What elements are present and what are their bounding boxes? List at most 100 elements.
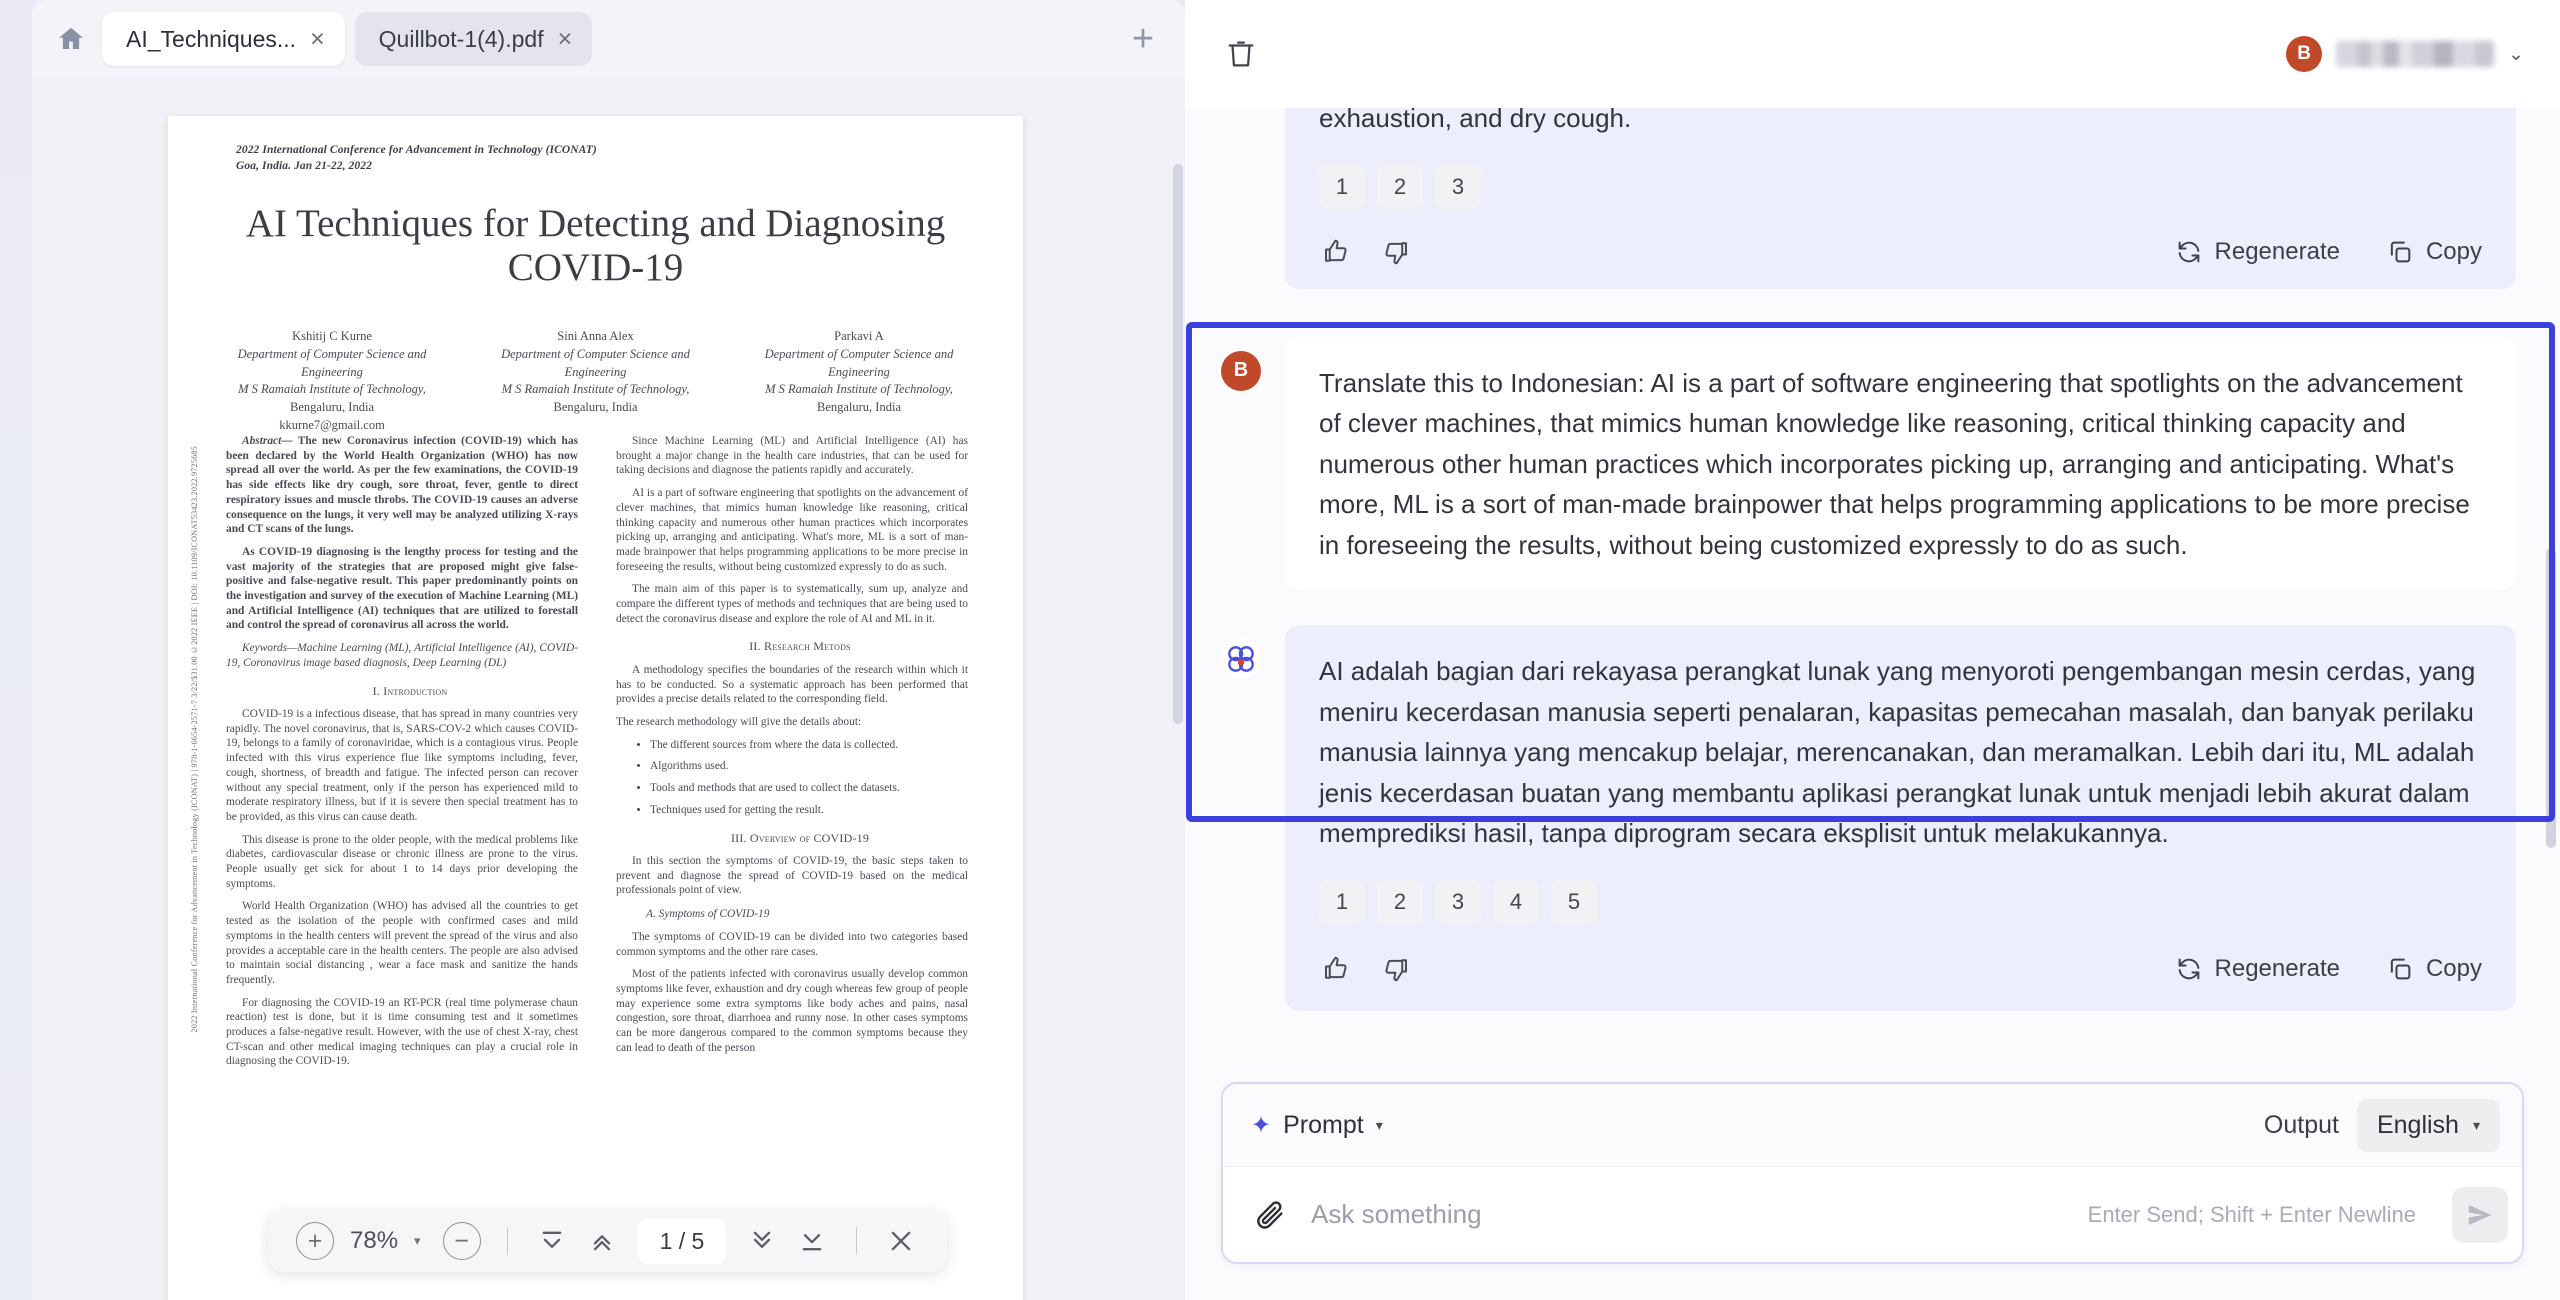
regenerate-button[interactable]: Regenerate [2175,950,2340,987]
ask-input[interactable] [1311,1199,2068,1230]
author-city: Bengaluru, India [289,400,374,414]
bot-message-row: AI adalah bagian dari rekayasa perangkat… [1185,625,2560,1012]
chat-scrollbar-thumb[interactable] [2546,548,2556,848]
citation-chips: 1 2 3 [1319,164,2482,209]
last-page-icon[interactable] [790,1219,834,1263]
rc-p2: AI is a part of software engineering tha… [616,487,968,573]
pdf-body-columns: Abstract— The new Coronavirus infection … [226,434,968,1077]
chevron-down-icon[interactable]: ▾ [1376,1117,1383,1134]
copy-label: Copy [2425,237,2482,265]
message-actions: Regenerate Copy [1319,950,2482,987]
section-heading-3: III. Overview of COVID-19 [730,830,870,845]
chat-panel: B ⌄ exhaustion, and dry cough. 1 2 3 Reg… [1185,0,2560,1300]
chevron-down-icon[interactable]: ⌄ [2508,43,2524,66]
tab-ai-techniques[interactable]: AI_Techniques... × [102,12,345,66]
paperclip-icon[interactable] [1249,1194,1291,1236]
chevron-down-icon[interactable]: ▾ [414,1233,421,1249]
rm-p1: A methodology specifies the boundaries o… [616,663,968,706]
citation-chips: 1 2 3 4 5 [1319,880,2482,925]
conference-line-1: 2022 International Conference for Advanc… [236,144,597,156]
send-button[interactable] [2452,1186,2508,1243]
author-block: Sini Anna Alex Department of Computer Sc… [472,328,720,435]
citation-chip[interactable]: 5 [1551,880,1597,925]
rc-p1: Since Machine Learning (ML) and Artifici… [616,435,968,477]
chat-scroll-area[interactable]: exhaustion, and dry cough. 1 2 3 Regener… [1185,108,2560,1082]
composer-input-row: Enter Send; Shift + Enter Newline [1223,1166,2522,1262]
thumbs-up-icon[interactable] [1319,952,1353,986]
copy-button[interactable]: Copy [2386,950,2482,987]
user-menu[interactable]: B ⌄ [2286,36,2524,72]
home-icon[interactable] [50,18,92,60]
user-message-bubble: Translate this to Indonesian: AI is a pa… [1285,336,2516,590]
citation-chip[interactable]: 2 [1377,164,1423,209]
pdf-spine-text: 2022 International Conference for Advanc… [190,446,199,1033]
pdf-viewport[interactable]: 2022 International Conference for Advanc… [32,78,1185,1300]
page-indicator[interactable]: 1 / 5 [637,1218,727,1264]
message-actions-right: Regenerate Copy [2175,238,2482,266]
regenerate-button[interactable]: Regenerate [2175,238,2340,266]
chat-scrollbar[interactable] [2546,218,2556,1082]
author-city: Bengaluru, India [816,400,901,414]
bot-message-bubble: AI adalah bagian dari rekayasa perangkat… [1285,625,2516,1012]
close-icon[interactable]: × [310,26,325,52]
pdf-scrollbar[interactable] [1173,164,1183,1300]
author-block: Parkavi A Department of Computer Science… [735,328,983,435]
thumbs-down-icon[interactable] [1379,235,1413,269]
chat-header: B ⌄ [1185,0,2560,108]
rm-bullets: The different sources from where the dat… [650,738,968,818]
citation-chip[interactable]: 4 [1493,880,1539,925]
author-affil: Department of Computer Science and [501,346,690,361]
prompt-composer: ✦ Prompt ▾ Output English ▾ Ask somethin… [1221,1082,2524,1264]
thumbs-up-icon[interactable] [1319,235,1353,269]
author-affil: Department of Computer Science and [237,346,427,361]
pdf-title: AI Techniques for Detecting and Diagnosi… [245,202,946,289]
pdf-toolbar: + 78% ▾ − 1 / 5 [268,1210,948,1272]
prompt-mode-label: Prompt [1283,1110,1364,1139]
keywords-paragraph: Keywords—Machine Learning (ML), Artifici… [226,641,578,670]
copy-button[interactable]: Copy [2386,238,2482,266]
message-actions: Regenerate Copy [1319,235,2482,269]
citation-chip[interactable]: 2 [1377,880,1423,925]
user-message-row: B Translate this to Indonesian: AI is a … [1185,336,2560,590]
pdf-authors: Kshitij C Kurne Department of Computer S… [208,328,983,435]
message-actions-right: Regenerate Copy [2175,950,2482,987]
user-name-redacted [2336,41,2495,67]
tab-label: AI_Techniques... [126,25,297,52]
author-affil: M S Ramaiah Institute of Technology, [501,382,690,397]
tab-bar-inner: AI_Techniques... × Quillbot-1(4).pdf × + [32,0,1185,78]
author-name: Parkavi A [834,329,884,343]
pdf-scrollbar-thumb[interactable] [1173,164,1183,724]
chevron-down-icon[interactable]: ▾ [2473,1117,2480,1134]
first-page-icon[interactable] [530,1219,574,1263]
zoom-in-button[interactable]: + [296,1222,334,1260]
citation-chip[interactable]: 1 [1319,880,1365,925]
subsection-heading-a: A. Symptoms of COVID-19 [646,908,770,921]
toolbar-divider [506,1227,508,1255]
author-affil: Department of Computer Science and [764,346,954,361]
rc-p3: The main aim of this paper is to systema… [616,583,968,625]
close-icon[interactable]: × [558,26,573,52]
author-block: Kshitij C Kurne Department of Computer S… [208,328,456,435]
app-root: AI_Techniques... × Quillbot-1(4).pdf × +… [0,0,2560,1300]
close-pdf-toolbar-icon[interactable] [879,1219,923,1263]
message-text-tail: exhaustion, and dry cough. [1319,108,1632,133]
tab-quillbot-pdf[interactable]: Quillbot-1(4).pdf × [354,12,593,66]
keywords-lead: Keywords— [242,642,298,655]
citation-chip[interactable]: 3 [1435,164,1481,209]
abstract-lead: Abstract— [242,435,293,447]
new-tab-button[interactable]: + [1117,13,1169,65]
zoom-level-label[interactable]: 78% [344,1227,404,1255]
next-page-icon[interactable] [740,1219,784,1263]
rm-p2: The research methodology will give the d… [616,716,862,729]
prompt-mode-selector[interactable]: ✦ Prompt ▾ [1251,1111,1383,1140]
citation-chip[interactable]: 3 [1435,880,1481,925]
zoom-out-button[interactable]: − [442,1222,481,1260]
author-affil: Engineering [564,364,627,379]
language-selector[interactable]: English ▾ [2356,1098,2500,1152]
author-email: kkurne7@gmail.com [279,417,385,432]
trash-icon[interactable] [1217,30,1265,78]
prev-page-icon[interactable] [580,1219,624,1263]
tab-label: Quillbot-1(4).pdf [378,25,544,52]
citation-chip[interactable]: 1 [1319,164,1365,209]
thumbs-down-icon[interactable] [1379,952,1413,986]
